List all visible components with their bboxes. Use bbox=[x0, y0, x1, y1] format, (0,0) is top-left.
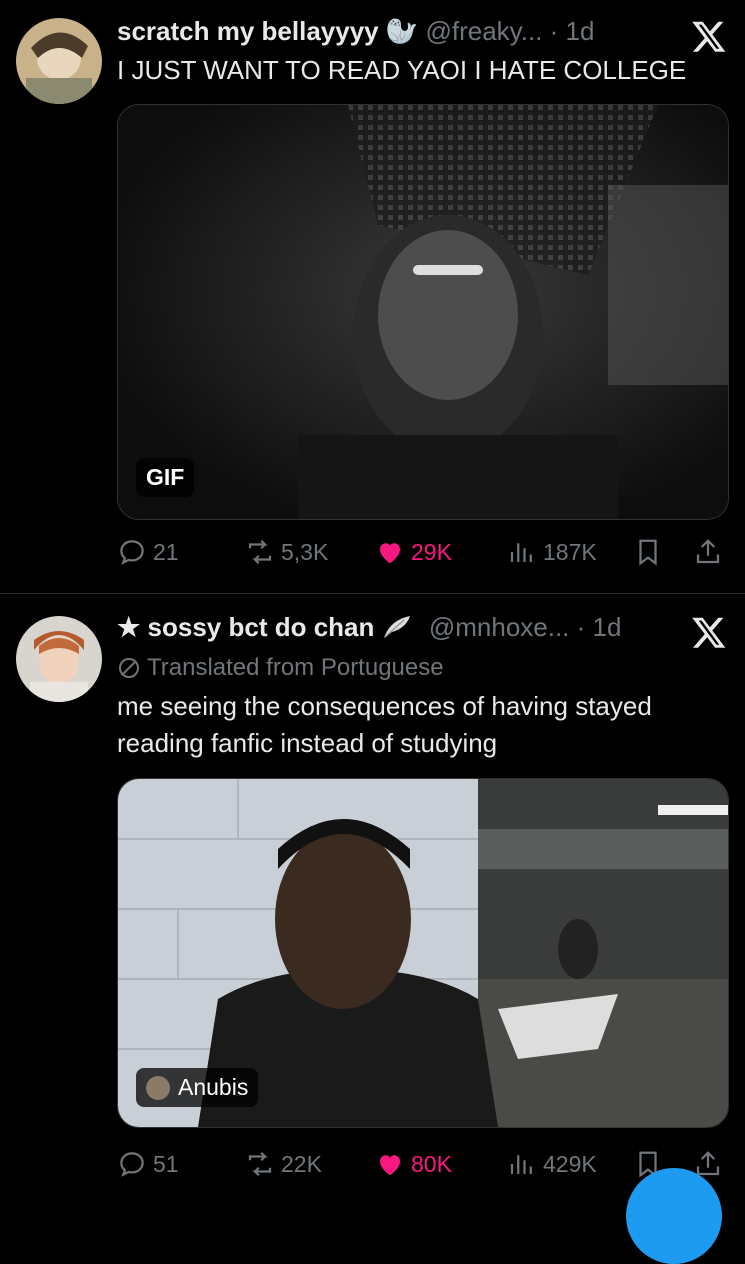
repost-count: 5,3K bbox=[281, 538, 329, 565]
views-button[interactable]: 187K bbox=[507, 532, 597, 572]
avatar[interactable] bbox=[16, 18, 102, 104]
tweet-header: ★ sossy bct do chan @mnhoxe... · 1d bbox=[117, 612, 725, 652]
repost-icon bbox=[248, 539, 272, 565]
views-count: 187K bbox=[543, 538, 597, 565]
tweet-1[interactable]: scratch my bellayyyy 🦭 @freaky... · 1d I… bbox=[0, 0, 745, 592]
handle[interactable]: @freaky... bbox=[425, 16, 542, 46]
tweet-text: me seeing the consequences of having sta… bbox=[117, 691, 652, 758]
separator-dot: · bbox=[549, 16, 566, 46]
timestamp[interactable]: 1d bbox=[593, 612, 622, 642]
display-name[interactable]: scratch my bellayyyy bbox=[117, 16, 379, 46]
timestamp[interactable]: 1d bbox=[566, 16, 595, 46]
repost-button[interactable]: 22K bbox=[245, 1144, 322, 1184]
views-icon bbox=[510, 1155, 532, 1174]
reply-button[interactable]: 51 bbox=[117, 1144, 179, 1184]
reply-icon bbox=[120, 540, 144, 565]
repost-icon bbox=[248, 1151, 272, 1177]
bookmark-icon bbox=[639, 539, 657, 566]
share-icon bbox=[696, 539, 720, 564]
globe-icon bbox=[119, 658, 139, 678]
share-button[interactable] bbox=[693, 532, 723, 572]
views-button[interactable]: 429K bbox=[507, 1144, 597, 1184]
like-count: 80K bbox=[411, 1150, 452, 1177]
translated-label[interactable]: Translated from Portuguese bbox=[117, 654, 444, 682]
x-logo-icon bbox=[691, 18, 727, 54]
reply-icon bbox=[120, 1152, 144, 1177]
reply-count: 51 bbox=[153, 1150, 179, 1177]
media-badge: GIF bbox=[136, 458, 195, 497]
display-name[interactable]: ★ sossy bct do chan bbox=[117, 612, 374, 642]
views-icon bbox=[510, 543, 532, 562]
x-logo-icon bbox=[691, 614, 727, 650]
like-button[interactable]: 29K bbox=[375, 532, 452, 572]
compose-fab-button[interactable] bbox=[626, 1168, 722, 1264]
like-button[interactable]: 80K bbox=[375, 1144, 452, 1184]
separator-dot: · bbox=[576, 612, 593, 642]
like-count: 29K bbox=[411, 538, 452, 565]
tweet-actions: 21 5,3K 29K 187K bbox=[117, 532, 727, 572]
bookmark-button[interactable] bbox=[633, 532, 663, 572]
tweet-actions: 51 22K 80K 429K bbox=[117, 1144, 727, 1184]
channel-avatar-icon bbox=[146, 1075, 170, 1100]
reply-button[interactable]: 21 bbox=[117, 532, 179, 572]
repost-count: 22K bbox=[281, 1150, 322, 1177]
translated-text: Translated from Portuguese bbox=[147, 654, 444, 681]
heart-icon bbox=[380, 1155, 400, 1176]
reply-count: 21 bbox=[153, 538, 179, 565]
tweet-text: I JUST WANT TO READ YAOI I HATE COLLEGE bbox=[117, 55, 687, 85]
tweet-header: scratch my bellayyyy 🦭 @freaky... · 1d bbox=[117, 16, 725, 56]
feather-icon bbox=[383, 616, 410, 638]
heart-icon bbox=[380, 543, 400, 564]
gif-image bbox=[118, 105, 728, 519]
handle[interactable]: @mnhoxe... bbox=[429, 612, 570, 642]
repost-button[interactable]: 5,3K bbox=[245, 532, 328, 572]
tweet-2[interactable]: ★ sossy bct do chan @mnhoxe... · 1d Tran… bbox=[0, 594, 745, 1199]
media-badge-label: Anubis bbox=[178, 1074, 249, 1100]
views-count: 429K bbox=[543, 1150, 597, 1177]
avatar[interactable] bbox=[16, 616, 102, 702]
tweet-media-gif[interactable]: GIF bbox=[117, 104, 729, 520]
seal-emoji: 🦭 bbox=[385, 16, 419, 46]
tweet-media-video[interactable]: Anubis bbox=[117, 778, 729, 1128]
media-badge: Anubis bbox=[136, 1068, 259, 1107]
